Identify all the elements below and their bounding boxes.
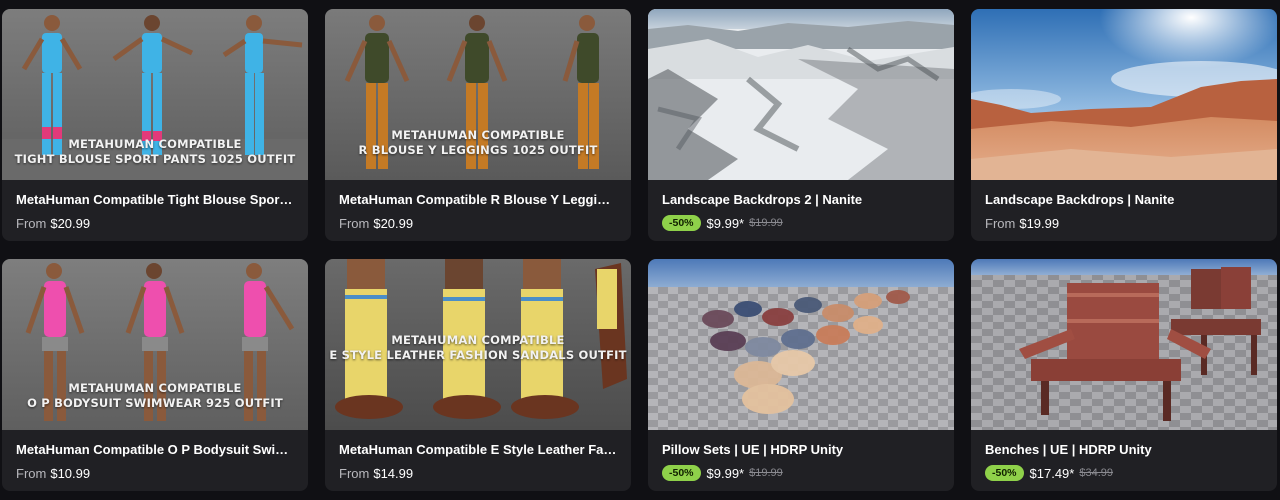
discount-badge: -50% [985, 465, 1024, 481]
product-grid: METAHUMAN COMPATIBLE TIGHT BLOUSE SPORT … [0, 0, 1280, 500]
price-row: -50% $9.99* $19.99 [662, 464, 940, 482]
price-row: -50% $17.49* $34.99 [985, 464, 1263, 482]
price: $17.49* [1029, 465, 1075, 481]
price: $19.99 [1019, 215, 1060, 231]
product-thumbnail[interactable] [971, 9, 1277, 180]
product-title[interactable]: MetaHuman Compatible E Style Leather Fas… [339, 441, 617, 459]
price-row: From $14.99 [339, 464, 617, 482]
thumbnail-caption: METAHUMAN COMPATIBLE O P BODYSUIT SWIMWE… [27, 381, 283, 410]
product-card[interactable]: METAHUMAN COMPATIBLE E STYLE LEATHER FAS… [325, 259, 631, 491]
price-row: From $20.99 [16, 214, 294, 232]
product-card[interactable]: Benches | UE | HDRP Unity -50% $17.49* $… [971, 259, 1277, 491]
original-price: $34.99 [1079, 467, 1113, 479]
price-row: From $19.99 [985, 214, 1263, 232]
price: $9.99* [706, 465, 745, 481]
product-card[interactable]: METAHUMAN COMPATIBLE R BLOUSE Y LEGGINGS… [325, 9, 631, 241]
price: $10.99 [50, 465, 91, 481]
product-title[interactable]: Benches | UE | HDRP Unity [985, 441, 1263, 459]
product-card[interactable]: Landscape Backdrops | Nanite From $19.99 [971, 9, 1277, 241]
price-row: From $20.99 [339, 214, 617, 232]
product-thumbnail[interactable]: METAHUMAN COMPATIBLE E STYLE LEATHER FAS… [325, 259, 631, 430]
price: $14.99 [373, 465, 414, 481]
price-row: -50% $9.99* $19.99 [662, 214, 940, 232]
price: $20.99 [373, 215, 414, 231]
from-label: From [339, 465, 370, 481]
product-title[interactable]: Landscape Backdrops | Nanite [985, 191, 1263, 209]
product-title[interactable]: Pillow Sets | UE | HDRP Unity [662, 441, 940, 459]
product-thumbnail[interactable]: METAHUMAN COMPATIBLE R BLOUSE Y LEGGINGS… [325, 9, 631, 180]
thumbnail-caption: METAHUMAN COMPATIBLE R BLOUSE Y LEGGINGS… [358, 128, 598, 157]
thumbnail-caption: METAHUMAN COMPATIBLE TIGHT BLOUSE SPORT … [14, 137, 296, 166]
from-label: From [339, 215, 370, 231]
price: $20.99 [50, 215, 91, 231]
product-thumbnail[interactable] [648, 9, 954, 180]
original-price: $19.99 [749, 217, 783, 229]
product-thumbnail[interactable] [971, 259, 1277, 430]
product-thumbnail[interactable]: METAHUMAN COMPATIBLE O P BODYSUIT SWIMWE… [2, 259, 308, 430]
product-title[interactable]: MetaHuman Compatible Tight Blouse Sports… [16, 191, 294, 209]
product-card[interactable]: Pillow Sets | UE | HDRP Unity -50% $9.99… [648, 259, 954, 491]
from-label: From [985, 215, 1016, 231]
original-price: $19.99 [749, 467, 783, 479]
thumbnail-caption: METAHUMAN COMPATIBLE E STYLE LEATHER FAS… [329, 333, 627, 362]
product-thumbnail[interactable]: METAHUMAN COMPATIBLE TIGHT BLOUSE SPORT … [2, 9, 308, 180]
product-card[interactable]: METAHUMAN COMPATIBLE O P BODYSUIT SWIMWE… [2, 259, 308, 491]
from-label: From [16, 215, 47, 231]
from-label: From [16, 465, 47, 481]
product-title[interactable]: Landscape Backdrops 2 | Nanite [662, 191, 940, 209]
price: $9.99* [706, 215, 745, 231]
product-title[interactable]: MetaHuman Compatible R Blouse Y Leggings… [339, 191, 617, 209]
product-title[interactable]: MetaHuman Compatible O P Bodysuit Swimwe… [16, 441, 294, 459]
discount-badge: -50% [662, 215, 701, 231]
product-card[interactable]: Landscape Backdrops 2 | Nanite -50% $9.9… [648, 9, 954, 241]
product-card[interactable]: METAHUMAN COMPATIBLE TIGHT BLOUSE SPORT … [2, 9, 308, 241]
price-row: From $10.99 [16, 464, 294, 482]
product-thumbnail[interactable] [648, 259, 954, 430]
discount-badge: -50% [662, 465, 701, 481]
